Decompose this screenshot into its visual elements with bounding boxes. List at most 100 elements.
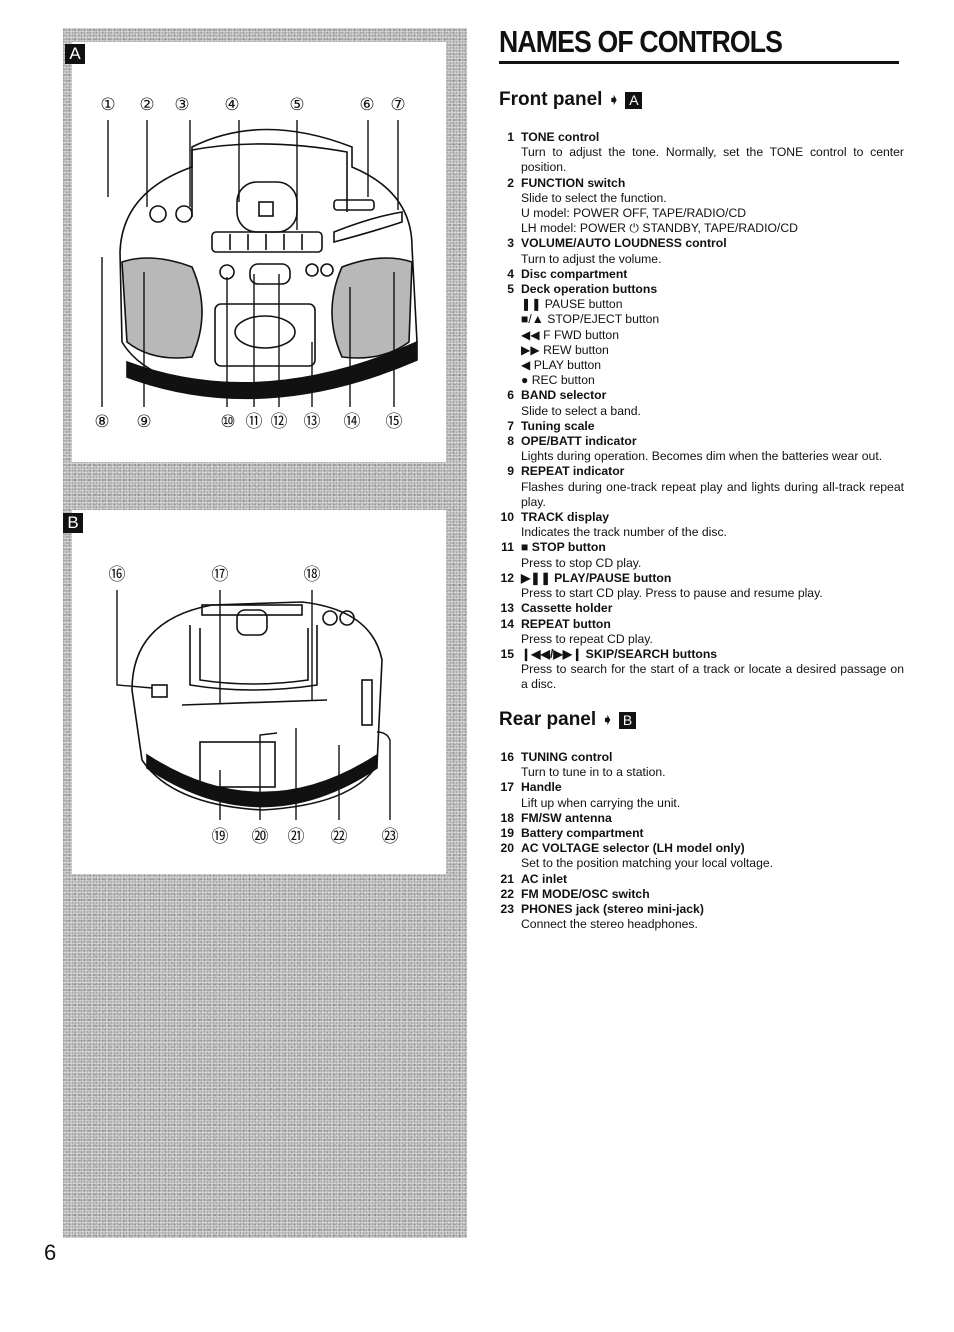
boombox-rear-illustration: ⑯ ⑰ ⑱ ⑲ ⑳ ㉑ ㉒ ㉓ xyxy=(109,565,399,846)
item-number: 13 xyxy=(500,601,514,616)
list-item: 3 VOLUME/AUTO LOUDNESS control Turn to adj… xyxy=(499,236,904,266)
item-number: 8 xyxy=(507,434,514,449)
item-label: BAND selector xyxy=(521,388,607,403)
list-item: 13 Cassette holder xyxy=(499,601,904,616)
item-description: ◀ PLAY button xyxy=(521,358,602,373)
item-description: U model: POWER OFF, TAPE/RADIO/CD xyxy=(521,206,747,221)
item-description: Press to start CD play. Press to pause a… xyxy=(521,586,823,601)
front-panel-heading: Front panel ➧ A xyxy=(499,89,643,111)
list-item: 15 ❙◀◀/▶▶❙ SKIP/SEARCH buttons Press to se… xyxy=(499,647,904,693)
figure-ref-badge-b: B xyxy=(619,711,637,729)
callout-16: ⑯ xyxy=(109,565,126,584)
item-label: REPEAT indicator xyxy=(521,464,625,479)
figure-rear-panel: B ⑯ ⑰ ⑱ ⑲ ⑳ ㉑ ㉒ ㉓ xyxy=(63,510,446,874)
callout-17: ⑰ xyxy=(212,565,229,584)
callout-11: ⑪ xyxy=(246,412,263,431)
list-item: 2 FUNCTION switch Slide to select the func… xyxy=(499,176,904,237)
list-item: 4 Disc compartment xyxy=(499,267,904,282)
callout-22: ㉒ xyxy=(331,827,348,846)
list-item: 23 PHONES jack (stereo mini-jack) Connect … xyxy=(499,902,904,932)
item-label: TRACK display xyxy=(521,510,610,525)
item-description: Turn to adjust the tone. Normally, set t… xyxy=(521,145,904,175)
item-label: TONE control xyxy=(521,130,600,144)
item-label: Disc compartment xyxy=(521,266,628,281)
callout-9: ⑨ xyxy=(136,412,151,431)
item-description: Lift up when carrying the unit. xyxy=(521,795,681,810)
item-description: ■/▲ STOP/EJECT button xyxy=(521,312,660,327)
item-label: ❙◀◀/▶▶❙ SKIP/SEARCH buttons xyxy=(521,646,718,661)
callout-12: ⑫ xyxy=(271,412,288,431)
front-panel-list: 1 TONE control Turn to adjust the tone. No… xyxy=(499,130,904,693)
list-item: 11 ■ STOP button Press to stop CD play. xyxy=(499,540,904,570)
item-number: 15 xyxy=(500,646,514,661)
callout-5: ⑤ xyxy=(289,95,304,114)
item-label: TUNING control xyxy=(521,750,613,764)
item-number: 10 xyxy=(500,510,514,525)
item-number: 12 xyxy=(500,570,514,585)
callout-23: ㉓ xyxy=(382,827,399,846)
item-description: Slide to select the function. xyxy=(521,190,667,205)
item-label: FM/SW antenna xyxy=(521,810,612,825)
list-item: 12 ▶❚❚ PLAY/PAUSE button Press to start CD… xyxy=(499,571,904,601)
item-number: 9 xyxy=(507,464,514,479)
callout-18: ⑱ xyxy=(304,565,321,584)
item-number: 1 xyxy=(507,130,514,144)
item-label: FUNCTION switch xyxy=(521,175,626,190)
item-label: FM MODE/OSC switch xyxy=(521,886,650,901)
item-description: ❚❚ PAUSE button xyxy=(521,297,623,312)
battery-compartment-illustration xyxy=(199,741,276,788)
item-label: Deck operation buttons xyxy=(521,282,658,297)
list-item: 17 Handle Lift up when carrying the unit. xyxy=(499,780,904,810)
item-description: Turn to adjust the volume. xyxy=(521,251,662,266)
item-label: AC VOLTAGE selector (LH model only) xyxy=(521,841,745,856)
item-number: 16 xyxy=(500,750,514,764)
callout-21: ㉑ xyxy=(288,827,305,846)
callout-3: ③ xyxy=(174,95,189,114)
figure-ref-badge-a: A xyxy=(625,91,643,109)
list-item: 22 FM MODE/OSC switch xyxy=(499,887,904,902)
rear-panel-list: 16 TUNING control Turn to tune in to a sta… xyxy=(499,750,904,932)
item-number: 5 xyxy=(507,282,514,297)
item-label: Battery compartment xyxy=(521,826,644,841)
item-label: PHONES jack (stereo mini-jack) xyxy=(521,902,704,917)
callout-13: ⑬ xyxy=(304,412,321,431)
list-item: 20 AC VOLTAGE selector (LH model only) Set… xyxy=(499,841,904,871)
item-label: Tuning scale xyxy=(521,418,595,433)
callout-8: ⑧ xyxy=(94,412,109,431)
item-description: Connect the stereo headphones. xyxy=(521,917,698,932)
item-description: ◀◀ F FWD button xyxy=(521,327,619,342)
callout-6: ⑥ xyxy=(359,95,374,114)
item-description: Flashes during one-track repeat play and… xyxy=(521,479,904,509)
list-item: 1 TONE control Turn to adjust the tone. No… xyxy=(499,130,904,176)
item-number: 22 xyxy=(500,886,514,901)
item-description: ▶▶ REW button xyxy=(521,342,609,357)
item-description: LH model: POWER ⏻ STANDBY, TAPE/RADIO/CD xyxy=(521,221,798,236)
item-number: 21 xyxy=(500,871,514,886)
callout-10: ⑩ xyxy=(220,412,235,431)
list-item: 7 Tuning scale xyxy=(499,419,904,434)
list-item: 5 Deck operation buttons ❚❚ PAUSE button ■/… xyxy=(499,282,904,388)
callout-15: ⑮ xyxy=(386,412,403,431)
figure-front-panel: A ① ② ③ ④ ⑤ ⑥ ⑦ ⑧ ⑨ ⑩ ⑪ ⑫ ⑬ ⑭ ⑮ xyxy=(65,42,446,462)
item-description: Set to the position matching your local … xyxy=(521,856,774,871)
callout-4: ④ xyxy=(224,95,239,114)
item-number: 17 xyxy=(500,780,514,795)
rear-panel-heading-text: Rear panel xyxy=(499,709,597,730)
item-label: Handle xyxy=(521,780,562,795)
rear-panel-heading: Rear panel ➧ B xyxy=(499,709,637,731)
callout-2: ② xyxy=(139,95,154,114)
callout-19: ⑲ xyxy=(212,827,229,846)
boombox-front-illustration: ① ② ③ ④ ⑤ ⑥ ⑦ ⑧ ⑨ ⑩ ⑪ ⑫ ⑬ ⑭ ⑮ xyxy=(94,95,418,431)
item-number: 11 xyxy=(501,540,514,555)
item-number: 20 xyxy=(500,841,514,856)
item-number: 14 xyxy=(500,616,514,631)
list-item: 8 OPE/BATT indicator Lights during operati… xyxy=(499,434,904,464)
list-item: 6 BAND selector Slide to select a band. xyxy=(499,388,904,418)
front-panel-heading-text: Front panel xyxy=(499,89,603,110)
callout-20: ⑳ xyxy=(252,827,269,846)
list-item: 14 REPEAT button Press to repeat CD play. xyxy=(499,617,904,647)
item-description: Slide to select a band. xyxy=(521,403,641,418)
item-label: Cassette holder xyxy=(521,601,613,616)
item-label: ▶❚❚ PLAY/PAUSE button xyxy=(521,570,672,585)
callout-1: ① xyxy=(100,95,115,114)
